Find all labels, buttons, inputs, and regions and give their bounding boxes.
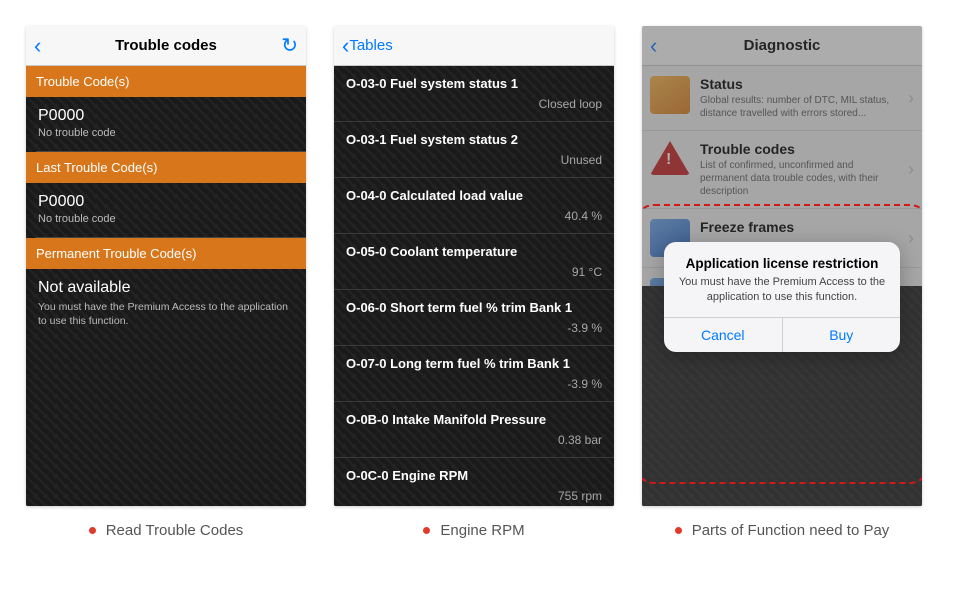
- row-label: O-03-0 Fuel system status 1: [346, 76, 602, 91]
- row-value: 755 rpm: [346, 489, 602, 506]
- back-label: Tables: [349, 37, 392, 54]
- row-value: Closed loop: [346, 97, 602, 117]
- nav-bar: ‹ Trouble codes ↻: [26, 26, 306, 66]
- back-button[interactable]: ‹ Tables: [342, 35, 393, 57]
- bullet-icon: [675, 527, 682, 534]
- content: Trouble Code(s) P0000 No trouble code La…: [26, 66, 306, 506]
- na-message: You must have the Premium Access to the …: [38, 300, 294, 328]
- code-row[interactable]: P0000 No trouble code: [26, 97, 306, 151]
- data-row[interactable]: O-0B-0 Intake Manifold Pressure 0.38 bar: [334, 401, 614, 457]
- row-value: -3.9 %: [346, 377, 602, 397]
- row-value: Unused: [346, 153, 602, 173]
- content[interactable]: O-03-0 Fuel system status 1Closed loopO-…: [334, 66, 614, 506]
- screen-trouble-codes: ‹ Trouble codes ↻ Trouble Code(s) P0000 …: [26, 26, 306, 506]
- data-row[interactable]: O-03-1 Fuel system status 2 Unused: [334, 121, 614, 177]
- data-row[interactable]: O-07-0 Long term fuel % trim Bank 1 -3.9 …: [334, 345, 614, 401]
- data-row[interactable]: O-0C-0 Engine RPM 755 rpm: [334, 457, 614, 506]
- bullet-icon: [89, 527, 96, 534]
- nav-bar: ‹ Tables: [334, 26, 614, 66]
- back-icon: ‹: [342, 35, 349, 57]
- row-value: -3.9 %: [346, 321, 602, 341]
- data-row[interactable]: O-06-0 Short term fuel % trim Bank 1 -3.9…: [334, 289, 614, 345]
- row-label: O-05-0 Coolant temperature: [346, 244, 602, 259]
- row-label: O-03-1 Fuel system status 2: [346, 132, 602, 147]
- row-label: O-07-0 Long term fuel % trim Bank 1: [346, 356, 602, 371]
- refresh-icon[interactable]: ↻: [281, 33, 298, 58]
- row-label: O-04-0 Calculated load value: [346, 188, 602, 203]
- section-header: Trouble Code(s): [26, 66, 306, 97]
- row-value: 0.38 bar: [346, 433, 602, 453]
- data-row[interactable]: O-03-0 Fuel system status 1 Closed loop: [334, 66, 614, 121]
- screen-diagnostic: ‹ Diagnostic StatusGlobal results: numbe…: [642, 26, 922, 506]
- code-value: P0000: [38, 193, 294, 211]
- caption: Read Trouble Codes: [26, 522, 306, 539]
- caption: Engine RPM: [334, 522, 614, 539]
- row-label: O-06-0 Short term fuel % trim Bank 1: [346, 300, 602, 315]
- data-row[interactable]: O-05-0 Coolant temperature 91 °C: [334, 233, 614, 289]
- alert-dialog: Application license restriction You must…: [664, 242, 900, 352]
- buy-button[interactable]: Buy: [783, 318, 901, 352]
- code-row[interactable]: P0000 No trouble code: [26, 183, 306, 237]
- code-value: P0000: [38, 107, 294, 125]
- caption: Parts of Function need to Pay: [642, 522, 922, 539]
- bullet-icon: [423, 527, 430, 534]
- row-label: O-0C-0 Engine RPM: [346, 468, 602, 483]
- data-row[interactable]: O-04-0 Calculated load value 40.4 %: [334, 177, 614, 233]
- section-header: Last Trouble Code(s): [26, 152, 306, 183]
- na-title: Not available: [38, 279, 294, 297]
- row-value: 91 °C: [346, 265, 602, 285]
- code-desc: No trouble code: [38, 127, 294, 139]
- row-label: O-0B-0 Intake Manifold Pressure: [346, 412, 602, 427]
- screen-tables: ‹ Tables O-03-0 Fuel system status 1 Clos…: [334, 26, 614, 506]
- alert-message: You must have the Premium Access to the …: [678, 275, 886, 305]
- alert-title: Application license restriction: [678, 256, 886, 271]
- code-desc: No trouble code: [38, 213, 294, 225]
- cancel-button[interactable]: Cancel: [664, 318, 783, 352]
- section-header: Permanent Trouble Code(s): [26, 238, 306, 269]
- not-available-block: Not available You must have the Premium …: [26, 269, 306, 342]
- back-icon[interactable]: ‹: [34, 35, 41, 57]
- row-value: 40.4 %: [346, 209, 602, 229]
- nav-title: Trouble codes: [26, 37, 306, 54]
